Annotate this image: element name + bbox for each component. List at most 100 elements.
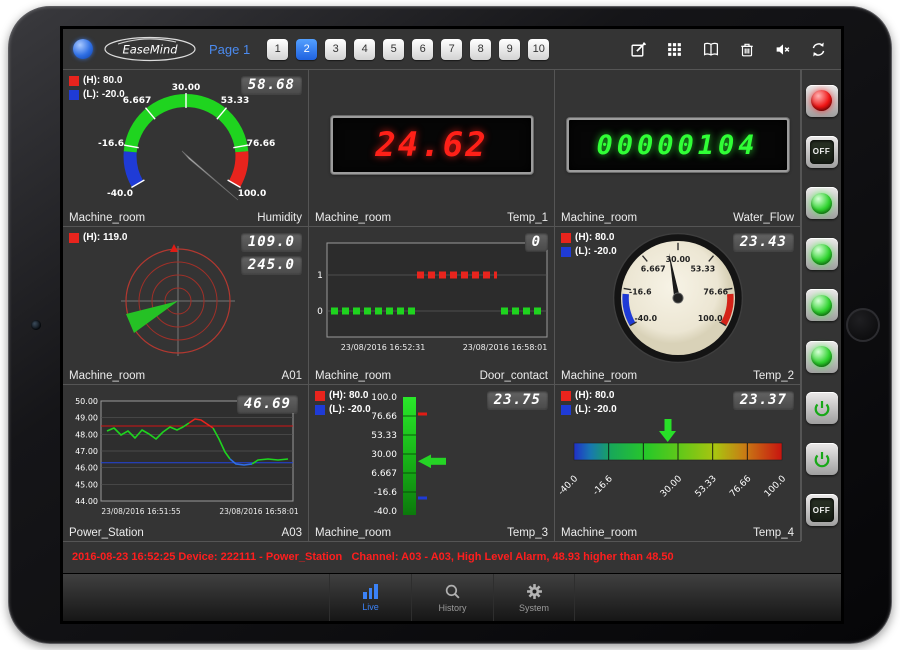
switch-off[interactable]: OFF: [806, 494, 838, 526]
panel-temp2[interactable]: (H): 80.0 (L): -20.0 23.43: [555, 227, 801, 385]
low-swatch: [69, 90, 79, 100]
a01-radar: [103, 241, 253, 365]
compose-icon[interactable]: [630, 41, 647, 58]
page-label: Page 1: [209, 42, 250, 57]
page-button-9[interactable]: 9: [499, 39, 520, 60]
side-control-strip: OFF OFF: [801, 69, 841, 541]
low-label: (L): -20.0: [329, 404, 371, 415]
panel-a01[interactable]: (H): 119.0 109.0 245.0 Machine_room A01: [63, 227, 309, 385]
alarm-ticker: 2016-08-23 16:52:25 Device: 222111 - Pow…: [63, 541, 841, 573]
page-button-1[interactable]: 1: [267, 39, 288, 60]
tab-bar: Live History: [63, 573, 841, 621]
panel-temp4[interactable]: (H): 80.0 (L): -20.0 23.37: [555, 385, 801, 542]
time-end-label: 23/08/2016 16:58:01: [219, 507, 299, 516]
app-dot-button[interactable]: [73, 39, 93, 59]
power-button[interactable]: [806, 443, 838, 475]
temp1-led-display: 24.62: [331, 116, 533, 174]
panel-temp3[interactable]: (H): 80.0 (L): -20.0 23.75 100.0 76.66 5…: [309, 385, 555, 542]
refresh-icon[interactable]: [810, 41, 827, 58]
page-button-2[interactable]: 2: [296, 39, 317, 60]
tick-label: 30.00: [172, 83, 200, 93]
tick-label: 6.667: [371, 469, 397, 479]
temp3-vertical-scale: 100.0 76.66 53.33 30.00 6.667 -16.6 -40.…: [353, 389, 503, 523]
tab-live[interactable]: Live: [329, 574, 411, 621]
page-button-5[interactable]: 5: [383, 39, 404, 60]
a03-value-badge: 46.69: [237, 395, 298, 413]
tick-label: -16.6: [374, 488, 398, 498]
high-swatch: [561, 391, 571, 401]
a01-value-badge-top: 109.0: [241, 233, 302, 251]
tick-label: 30.00: [659, 474, 684, 499]
location-label: Machine_room: [69, 370, 145, 382]
location-label: Machine_room: [315, 370, 391, 382]
tick-label: 6.667: [123, 96, 151, 106]
page-button-4[interactable]: 4: [354, 39, 375, 60]
tick-label: -40.0: [635, 314, 658, 323]
brand-text: EaseMind: [122, 43, 178, 57]
tab-history[interactable]: History: [411, 574, 493, 621]
search-icon: [444, 583, 461, 600]
door-contact-chart: 1 0 23/08/2016 16:52:31 23/08/2016 16:58…: [311, 239, 553, 365]
page-button-10[interactable]: 10: [528, 39, 549, 60]
page-button-8[interactable]: 8: [470, 39, 491, 60]
panel-footer: Machine_room Temp_1: [315, 212, 548, 224]
home-button[interactable]: [846, 308, 880, 342]
panel-footer: Machine_room Temp_2: [561, 370, 794, 382]
panel-door-contact[interactable]: 0 1 0 23/08/2016 16:52:31 23/08/2016 16:…: [309, 227, 555, 385]
panel-footer: Machine_room Humidity: [69, 212, 302, 224]
page-button-7[interactable]: 7: [441, 39, 462, 60]
panel-water-flow[interactable]: 00000104 Machine_room Water_Flow: [555, 70, 801, 227]
toolbar-icons: [630, 41, 831, 58]
tick-label: 53.33: [690, 264, 715, 273]
panel-footer: Machine_room Temp_3: [315, 527, 548, 539]
high-swatch: [69, 233, 79, 243]
humidity-legend: (H): 80.0 (L): -20.0: [69, 75, 125, 103]
location-label: Machine_room: [315, 527, 391, 539]
book-icon[interactable]: [702, 41, 720, 58]
time-start-label: 23/08/2016 16:51:55: [101, 507, 181, 516]
power-button[interactable]: [806, 392, 838, 424]
page-button-6[interactable]: 6: [412, 39, 433, 60]
page-button-3[interactable]: 3: [325, 39, 346, 60]
panel-humidity[interactable]: (H): 80.0 (L): -20.0 58.68: [63, 70, 309, 227]
green-lamp-icon: [811, 295, 832, 316]
switch-off[interactable]: OFF: [806, 136, 838, 168]
toolbar: EaseMind Page 1 1 2 3 4 5 6 7 8 9 10: [63, 29, 841, 69]
lamp-green[interactable]: [806, 238, 838, 270]
y-tick-label: 44.00: [75, 497, 98, 506]
gear-icon: [526, 583, 543, 600]
panel-a03[interactable]: 46.69 50.00 49.00 48.00 47.00 46.00 45.0…: [63, 385, 309, 542]
temp2-legend: (H): 80.0 (L): -20.0: [561, 232, 617, 260]
location-label: Machine_room: [69, 212, 145, 224]
water-flow-value: 00000104: [596, 130, 758, 161]
lamp-green[interactable]: [806, 341, 838, 373]
ipad-frame: EaseMind Page 1 1 2 3 4 5 6 7 8 9 10: [8, 6, 892, 644]
trash-icon[interactable]: [739, 41, 755, 58]
location-label: Machine_room: [561, 212, 637, 224]
tick-label: -16.6: [98, 139, 124, 149]
panel-temp1[interactable]: 24.62 Machine_room Temp_1: [309, 70, 555, 227]
low-swatch: [315, 405, 325, 415]
tab-system[interactable]: System: [493, 574, 575, 621]
a03-line-chart: 50.00 49.00 48.00 47.00 46.00 45.00 44.0…: [67, 397, 301, 521]
tick-label: 53.33: [694, 474, 719, 499]
temp2-gauge: 6.667 30.00 53.33 -16.6 76.66 -40.0 100.…: [609, 229, 747, 367]
panel-footer: Machine_room Water_Flow: [561, 212, 794, 224]
a01-value-badge-bottom: 245.0: [241, 256, 302, 274]
mute-icon[interactable]: [774, 41, 791, 58]
y-tick-label: 1: [317, 271, 323, 281]
keypad-icon[interactable]: [666, 41, 683, 58]
front-camera: [31, 320, 41, 330]
low-label: (L): -20.0: [575, 404, 617, 415]
y-tick-label: 49.00: [75, 414, 98, 423]
panel-footer: Machine_room Door_contact: [315, 370, 548, 382]
panel-footer: Power_Station A03: [69, 527, 302, 539]
door-contact-value-badge: 0: [525, 233, 548, 251]
y-tick-label: 0: [317, 307, 323, 317]
lamp-red[interactable]: [806, 85, 838, 117]
lamp-green[interactable]: [806, 289, 838, 321]
lamp-green[interactable]: [806, 187, 838, 219]
location-label: Machine_room: [315, 212, 391, 224]
panel-footer: Machine_room Temp_4: [561, 527, 794, 539]
time-start-label: 23/08/2016 16:52:31: [341, 343, 426, 352]
